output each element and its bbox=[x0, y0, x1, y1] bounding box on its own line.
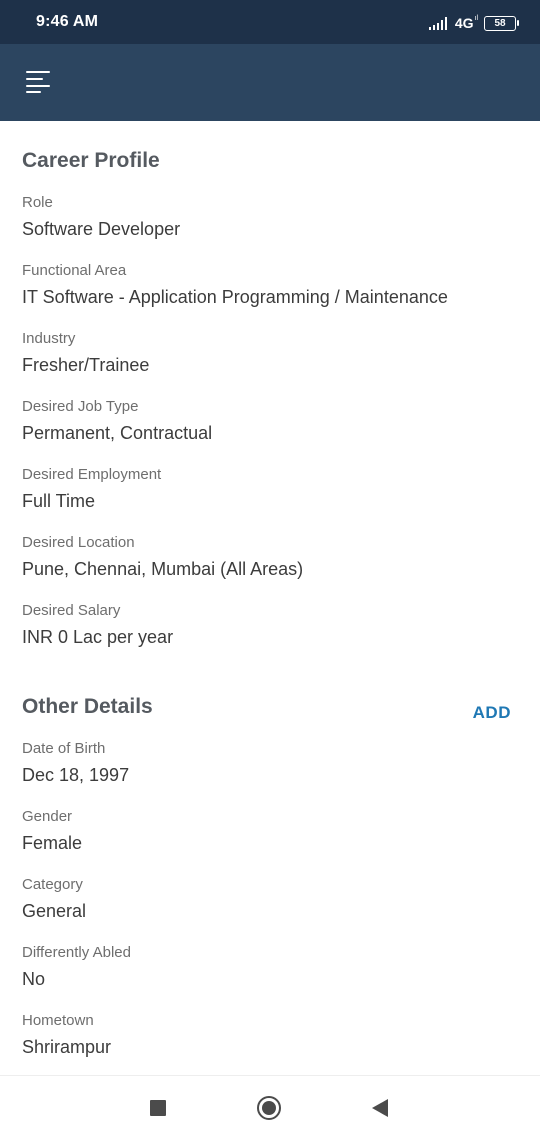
field-label: Desired Job Type bbox=[22, 398, 139, 415]
field-value: Full Time bbox=[22, 491, 96, 511]
status-bar: 9:46 AM 4Gıl 58 bbox=[0, 0, 540, 44]
field-label: Hometown bbox=[22, 1012, 94, 1029]
field-label: Category bbox=[22, 876, 83, 893]
field-role: Role Software Developer bbox=[22, 194, 522, 240]
battery-icon: 58 bbox=[484, 15, 519, 31]
field-category: Category General bbox=[22, 876, 522, 922]
field-desired-salary: Desired Salary INR 0 Lac per year bbox=[22, 602, 522, 648]
field-label: Desired Employment bbox=[22, 466, 162, 483]
field-label: Functional Area bbox=[22, 262, 127, 279]
field-value: INR 0 Lac per year bbox=[22, 627, 174, 647]
field-label: Industry bbox=[22, 330, 76, 347]
other-details-title: Other Details bbox=[22, 695, 153, 718]
signal-strength-icon bbox=[428, 16, 447, 30]
recents-square-icon[interactable] bbox=[150, 1100, 166, 1116]
field-industry: Industry Fresher/Trainee bbox=[22, 330, 522, 376]
network-type: 4Gıl bbox=[454, 15, 478, 31]
field-desired-job-type: Desired Job Type Permanent, Contractual bbox=[22, 398, 522, 444]
status-time: 9:46 AM bbox=[36, 13, 99, 30]
field-value: Dec 18, 1997 bbox=[22, 765, 130, 785]
field-label: Gender bbox=[22, 808, 73, 825]
app-bar bbox=[0, 44, 540, 121]
field-differently-abled: Differently Abled No bbox=[22, 944, 522, 990]
field-value: No bbox=[22, 969, 46, 989]
field-label: Desired Location bbox=[22, 534, 135, 551]
career-profile-title: Career Profile bbox=[22, 149, 160, 172]
field-value: Pune, Chennai, Mumbai (All Areas) bbox=[22, 559, 304, 579]
field-label: Differently Abled bbox=[22, 944, 131, 961]
field-date-of-birth: Date of Birth Dec 18, 1997 bbox=[22, 740, 522, 786]
field-value: Shrirampur bbox=[22, 1037, 112, 1057]
system-navigation-bar bbox=[0, 1075, 540, 1141]
field-gender: Gender Female bbox=[22, 808, 522, 854]
back-triangle-icon[interactable] bbox=[372, 1099, 388, 1117]
field-label: Role bbox=[22, 194, 53, 211]
add-other-details-button[interactable]: ADD bbox=[473, 703, 511, 723]
field-hometown: Hometown Shrirampur bbox=[22, 1012, 522, 1058]
field-value: Permanent, Contractual bbox=[22, 423, 213, 443]
field-value: IT Software - Application Programming / … bbox=[22, 287, 448, 307]
battery-level: 58 bbox=[494, 17, 506, 29]
field-label: Desired Salary bbox=[22, 602, 121, 619]
hamburger-menu-icon[interactable] bbox=[26, 71, 54, 95]
field-desired-location: Desired Location Pune, Chennai, Mumbai (… bbox=[22, 534, 522, 580]
home-circle-icon[interactable] bbox=[257, 1096, 281, 1120]
field-value: Fresher/Trainee bbox=[22, 355, 150, 375]
field-desired-employment: Desired Employment Full Time bbox=[22, 466, 522, 512]
field-value: Female bbox=[22, 833, 83, 853]
field-label: Date of Birth bbox=[22, 740, 106, 757]
status-icons: 4Gıl 58 bbox=[428, 12, 519, 34]
field-functional-area: Functional Area IT Software - Applicatio… bbox=[22, 262, 522, 308]
field-value: Software Developer bbox=[22, 219, 181, 239]
field-value: General bbox=[22, 901, 87, 921]
